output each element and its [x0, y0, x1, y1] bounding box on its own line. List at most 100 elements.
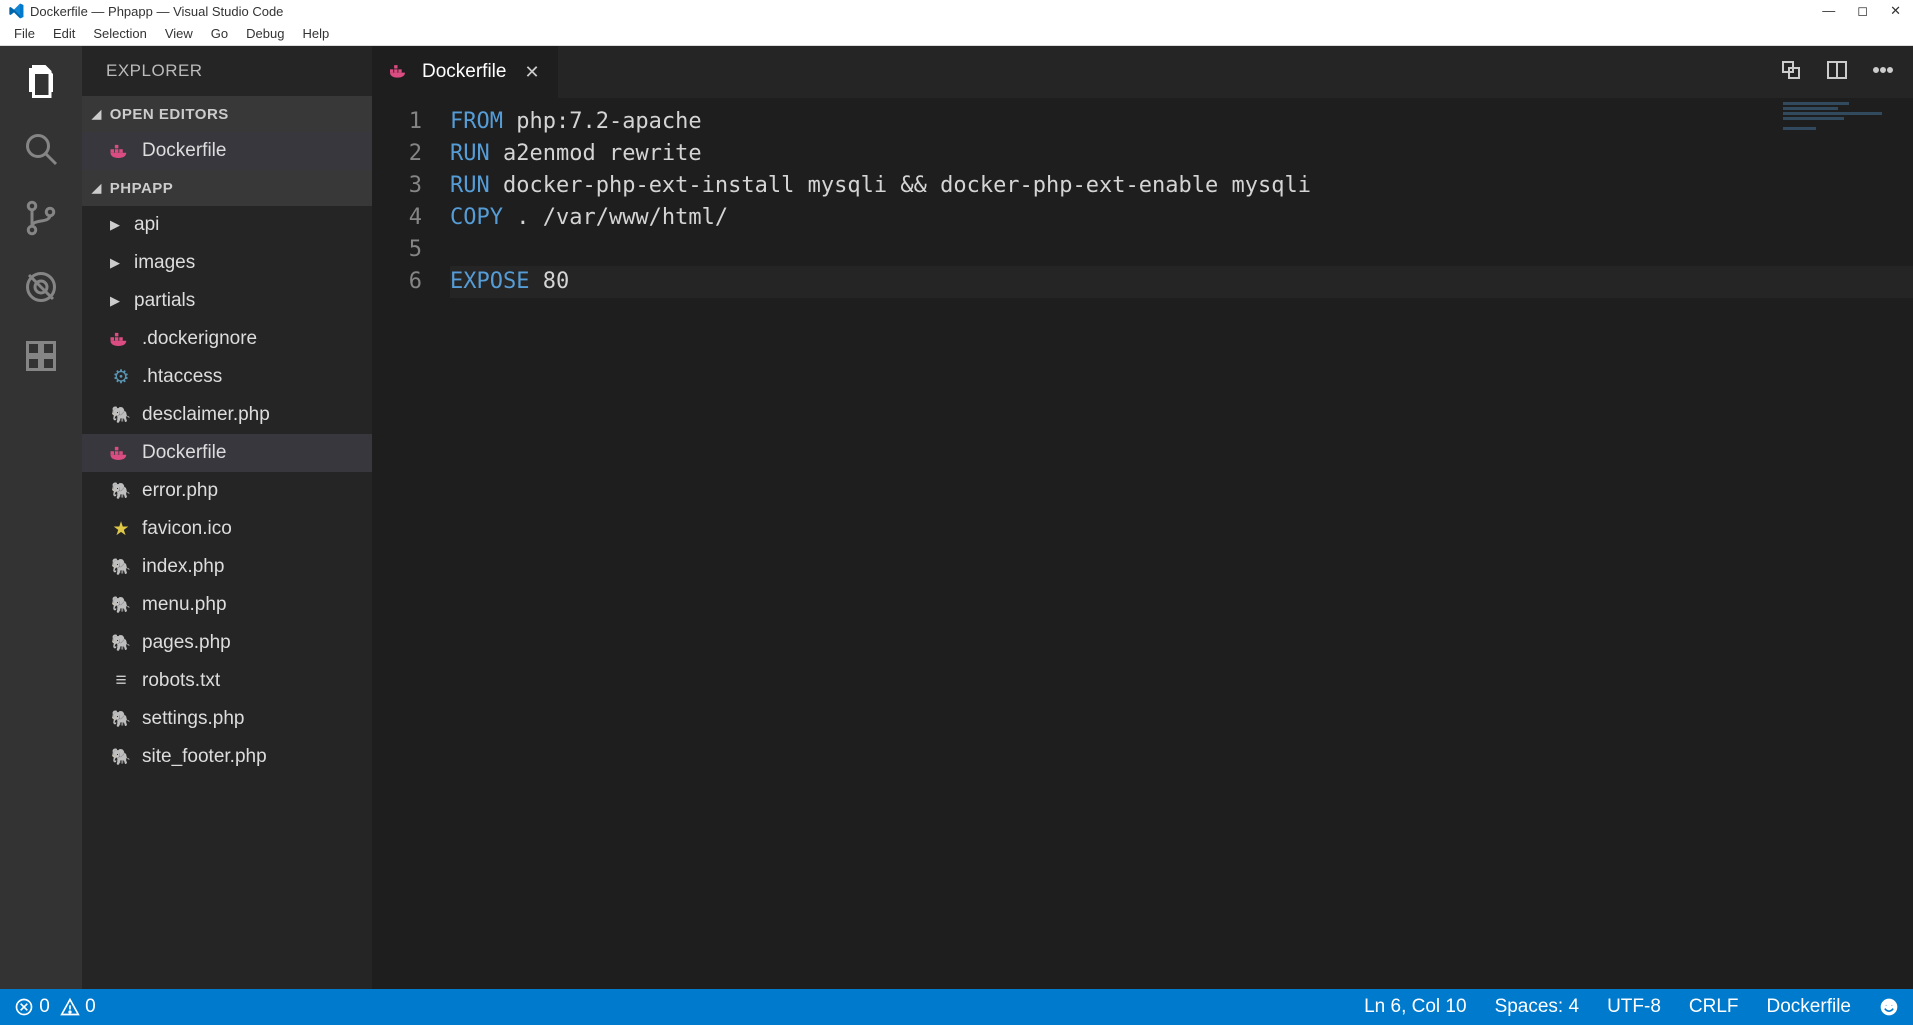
- status-warnings[interactable]: 0: [60, 996, 96, 1018]
- activity-source-control[interactable]: [23, 200, 59, 241]
- code-content[interactable]: FROM php:7.2-apacheRUN a2enmod rewriteRU…: [450, 98, 1913, 989]
- code-line[interactable]: FROM php:7.2-apache: [450, 106, 1913, 138]
- status-eol[interactable]: CRLF: [1689, 996, 1739, 1018]
- folder-item-partials[interactable]: ▶partials: [82, 282, 372, 320]
- chevron-right-icon: ▶: [110, 255, 124, 271]
- tree-item-label: index.php: [142, 556, 224, 578]
- chevron-right-icon: ▶: [110, 217, 124, 233]
- code-line[interactable]: RUN docker-php-ext-install mysqli && doc…: [450, 170, 1913, 202]
- window-minimize-button[interactable]: —: [1822, 3, 1835, 19]
- tree-item-label: pages.php: [142, 632, 231, 654]
- status-feedback[interactable]: [1879, 996, 1899, 1018]
- status-errors[interactable]: 0: [14, 996, 50, 1018]
- php-icon: 🐘: [110, 632, 132, 654]
- status-bar: 0 0 Ln 6, Col 10 Spaces: 4 UTF-8 CRLF Do…: [0, 989, 1913, 1025]
- line-number: 5: [372, 234, 422, 266]
- split-icon: [1825, 58, 1849, 82]
- file-item-favicon-ico[interactable]: ★favicon.ico: [82, 510, 372, 548]
- menu-go[interactable]: Go: [203, 24, 236, 43]
- tree-item-label: robots.txt: [142, 670, 220, 692]
- chevron-down-icon: ◢: [92, 181, 102, 195]
- window-title: Dockerfile — Phpapp — Visual Studio Code: [30, 4, 1822, 19]
- status-indentation[interactable]: Spaces: 4: [1495, 996, 1580, 1018]
- ellipsis-icon: [1871, 58, 1895, 82]
- docker-icon: [110, 328, 132, 350]
- line-number: 2: [372, 138, 422, 170]
- open-editor-dockerfile[interactable]: Dockerfile: [82, 132, 372, 170]
- code-line[interactable]: COPY . /var/www/html/: [450, 202, 1913, 234]
- code-line[interactable]: RUN a2enmod rewrite: [450, 138, 1913, 170]
- menubar: File Edit Selection View Go Debug Help: [0, 22, 1913, 46]
- line-number: 6: [372, 266, 422, 298]
- php-icon: 🐘: [110, 708, 132, 730]
- status-cursor-position[interactable]: Ln 6, Col 10: [1364, 996, 1466, 1018]
- search-icon: [23, 131, 59, 167]
- menu-selection[interactable]: Selection: [85, 24, 154, 43]
- tab-label: Dockerfile: [422, 61, 506, 83]
- line-number: 3: [372, 170, 422, 202]
- tree-item-label: desclaimer.php: [142, 404, 270, 426]
- file-item-index-php[interactable]: 🐘 index.php: [82, 548, 372, 586]
- file-item--htaccess[interactable]: ⚙.htaccess: [82, 358, 372, 396]
- file-item-robots-txt[interactable]: ≡ robots.txt: [82, 662, 372, 700]
- open-editors-label: OPEN EDITORS: [110, 106, 229, 123]
- menu-file[interactable]: File: [6, 24, 43, 43]
- file-item-Dockerfile[interactable]: Dockerfile: [82, 434, 372, 472]
- activity-extensions[interactable]: [23, 338, 59, 379]
- menu-edit[interactable]: Edit: [45, 24, 83, 43]
- compare-icon: [1779, 58, 1803, 82]
- menu-help[interactable]: Help: [294, 24, 337, 43]
- more-actions-button[interactable]: [1871, 58, 1895, 87]
- tree-item-label: partials: [134, 290, 195, 312]
- tree-item-label: .htaccess: [142, 366, 222, 388]
- tree-item-label: api: [134, 214, 159, 236]
- status-encoding[interactable]: UTF-8: [1607, 996, 1661, 1018]
- file-item--dockerignore[interactable]: .dockerignore: [82, 320, 372, 358]
- file-item-site_footer-php[interactable]: 🐘 site_footer.php: [82, 738, 372, 776]
- code-line[interactable]: [450, 234, 1913, 266]
- file-item-settings-php[interactable]: 🐘 settings.php: [82, 700, 372, 738]
- activity-debug[interactable]: [23, 269, 59, 310]
- files-icon: [23, 62, 59, 98]
- project-header[interactable]: ◢ PHPAPP: [82, 170, 372, 206]
- line-number-gutter: 123456: [372, 98, 450, 989]
- code-line[interactable]: EXPOSE 80: [450, 266, 1913, 298]
- lines-icon: ≡: [110, 670, 132, 692]
- php-icon: 🐘: [110, 594, 132, 616]
- explorer-sidebar: EXPLORER ◢ OPEN EDITORS Dockerfile ◢ PHP…: [82, 46, 372, 989]
- menu-view[interactable]: View: [157, 24, 201, 43]
- file-item-menu-php[interactable]: 🐘menu.php: [82, 586, 372, 624]
- menu-debug[interactable]: Debug: [238, 24, 292, 43]
- activity-bar: [0, 46, 82, 989]
- tab-close-button[interactable]: ✕: [524, 62, 539, 83]
- chevron-down-icon: ◢: [92, 107, 102, 121]
- editor-scrollbar[interactable]: [1893, 98, 1913, 989]
- window-close-button[interactable]: ✕: [1890, 3, 1901, 19]
- file-item-desclaimer-php[interactable]: 🐘desclaimer.php: [82, 396, 372, 434]
- php-icon: 🐘: [110, 556, 132, 578]
- file-item-pages-php[interactable]: 🐘 pages.php: [82, 624, 372, 662]
- extensions-icon: [23, 338, 59, 374]
- tree-item-label: settings.php: [142, 708, 244, 730]
- error-icon: [14, 997, 34, 1017]
- tab-dockerfile[interactable]: Dockerfile ✕: [372, 46, 559, 98]
- tree-item-label: error.php: [142, 480, 218, 502]
- open-editors-header[interactable]: ◢ OPEN EDITORS: [82, 96, 372, 132]
- activity-explorer[interactable]: [23, 62, 59, 103]
- split-editor-button[interactable]: [1825, 58, 1849, 87]
- docker-icon: [390, 62, 410, 82]
- file-item-error-php[interactable]: 🐘error.php: [82, 472, 372, 510]
- php-icon: 🐘: [110, 746, 132, 768]
- folder-item-api[interactable]: ▶ api: [82, 206, 372, 244]
- tree-item-label: images: [134, 252, 195, 274]
- minimap[interactable]: [1783, 102, 1893, 126]
- activity-search[interactable]: [23, 131, 59, 172]
- compare-changes-button[interactable]: [1779, 58, 1803, 87]
- folder-item-images[interactable]: ▶ images: [82, 244, 372, 282]
- tree-item-label: site_footer.php: [142, 746, 267, 768]
- code-editor[interactable]: 123456 FROM php:7.2-apacheRUN a2enmod re…: [372, 98, 1913, 989]
- docker-icon: [110, 140, 132, 162]
- bug-icon: [23, 269, 59, 305]
- window-maximize-button[interactable]: ◻: [1857, 3, 1868, 19]
- status-language[interactable]: Dockerfile: [1767, 996, 1851, 1018]
